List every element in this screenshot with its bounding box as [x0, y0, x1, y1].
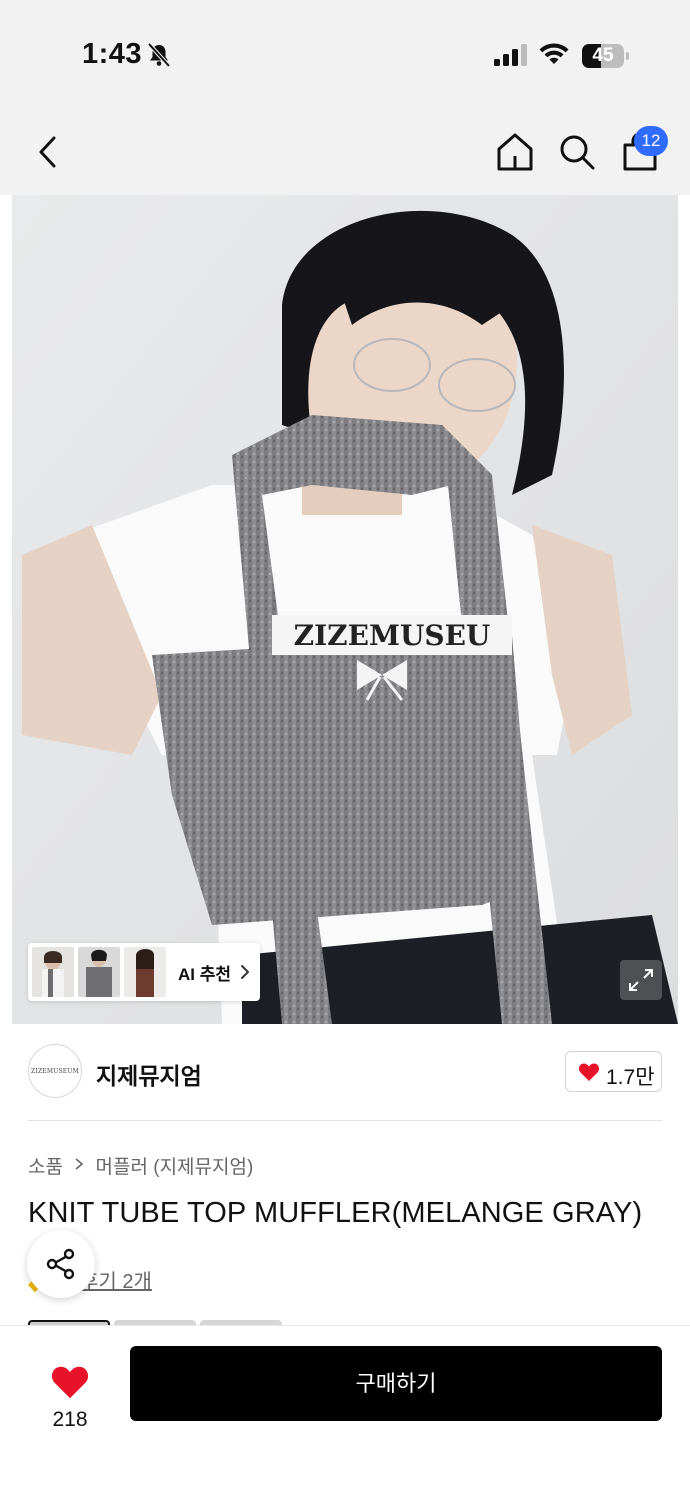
wishlist-count: 218 [52, 1408, 88, 1431]
brand-logo[interactable]: ZIZEMUSEUM [28, 1044, 82, 1098]
expand-icon [629, 969, 653, 991]
product-photo: ZIZEMUSEU [12, 195, 678, 1024]
status-bar: 1:43 45 [0, 0, 690, 110]
divider [28, 1120, 662, 1121]
bell-muted-icon [147, 42, 171, 68]
heart-icon [51, 1366, 89, 1399]
brand-like-button[interactable]: 1.7만 [565, 1051, 662, 1092]
chevron-right-icon [241, 965, 249, 979]
breadcrumb-category[interactable]: 소품 [28, 1157, 63, 1178]
svg-text:ZIZEMUSEU: ZIZEMUSEU [294, 619, 491, 652]
ai-recommend-label: AI 추천 [178, 965, 232, 984]
ai-thumbnail [78, 947, 120, 997]
wishlist-button[interactable]: 218 [28, 1346, 112, 1436]
share-button[interactable] [27, 1230, 95, 1298]
status-time: 1:43 [82, 38, 143, 70]
search-icon[interactable] [556, 130, 598, 174]
cart-count-badge: 12 [634, 126, 668, 156]
brand-like-count: 1.7만 [606, 1066, 655, 1089]
chevron-right-icon [75, 1157, 84, 1170]
wifi-icon [539, 43, 569, 64]
product-title: KNIT TUBE TOP MUFFLER(MELANGE GRAY) [28, 1197, 643, 1229]
breadcrumb-subcategory[interactable]: 머플러 (지제뮤지엄) [96, 1157, 254, 1178]
battery-level: 45 [592, 45, 614, 66]
buy-button[interactable]: 구매하기 [130, 1346, 662, 1421]
home-icon[interactable] [494, 130, 536, 174]
cellular-signal-icon [494, 44, 527, 66]
share-icon [46, 1248, 75, 1280]
bottom-purchase-bar: 218 구매하기 [0, 1325, 690, 1500]
product-image[interactable]: ZIZEMUSEU [12, 195, 678, 1024]
breadcrumb: 소품 머플러 (지제뮤지엄) [28, 1152, 253, 1179]
ai-thumbnail [124, 947, 166, 997]
brand-name[interactable]: 지제뮤지엄 [96, 1057, 202, 1091]
heart-icon [578, 1063, 600, 1081]
ai-recommend-button[interactable]: AI 추천 [28, 943, 260, 1001]
expand-image-button[interactable] [620, 960, 662, 1000]
top-navigation [0, 110, 690, 195]
brand-row: ZIZEMUSEUM 지제뮤지엄 1.7만 [0, 1024, 690, 1120]
battery-indicator: 45 [582, 44, 629, 68]
back-arrow-icon[interactable] [30, 130, 70, 174]
ai-thumbnail [32, 947, 74, 997]
